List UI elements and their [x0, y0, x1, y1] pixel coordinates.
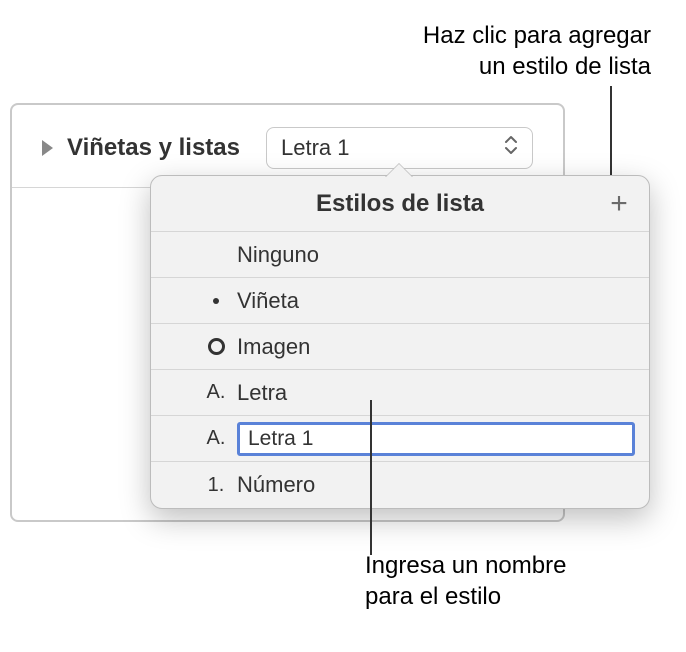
- popover-title: Estilos de lista: [316, 190, 484, 218]
- bullets-lists-label: Viñetas y listas: [67, 134, 240, 162]
- style-name-input[interactable]: Letra 1: [237, 422, 635, 456]
- list-item-label: Viñeta: [237, 288, 299, 314]
- list-style-item-none[interactable]: Ninguno: [151, 232, 649, 278]
- callout-add-style: Haz clic para agregar un estilo de lista: [423, 20, 651, 82]
- bullets-lists-row: Viñetas y listas Letra 1: [42, 127, 533, 169]
- callout-text: Ingresa un nombre: [365, 550, 566, 581]
- list-item-label: Número: [237, 472, 315, 498]
- inspector-panel: Viñetas y listas Letra 1 Estilos de list…: [10, 103, 565, 522]
- add-style-button[interactable]: +: [605, 190, 633, 218]
- styles-list: Ninguno Viñeta Imagen A. Letra A. Letra …: [151, 232, 649, 508]
- list-item-label: Ninguno: [237, 242, 319, 268]
- bullet-preview: [199, 298, 233, 304]
- bullet-preview: A.: [199, 381, 233, 404]
- chevron-up-down-icon: [504, 135, 518, 161]
- list-style-item-number[interactable]: 1. Número: [151, 462, 649, 508]
- list-style-item-letter[interactable]: A. Letra: [151, 370, 649, 416]
- callout-text: Haz clic para agregar: [423, 20, 651, 51]
- list-item-label: Letra: [237, 380, 287, 406]
- list-style-item-image[interactable]: Imagen: [151, 324, 649, 370]
- list-style-item-editing[interactable]: A. Letra 1: [151, 416, 649, 462]
- callout-text: un estilo de lista: [423, 51, 651, 82]
- bullet-preview: [199, 338, 233, 355]
- dot-icon: [213, 298, 219, 304]
- ring-icon: [208, 338, 225, 355]
- dropdown-value: Letra 1: [281, 135, 350, 161]
- list-item-label: Imagen: [237, 334, 310, 360]
- list-style-dropdown[interactable]: Letra 1: [266, 127, 533, 169]
- callout-text: para el estilo: [365, 581, 566, 612]
- leader-line: [370, 400, 372, 555]
- list-styles-popover: Estilos de lista + Ninguno Viñeta Imagen…: [150, 175, 650, 509]
- bullet-preview: A.: [199, 427, 233, 450]
- disclosure-triangle-icon[interactable]: [42, 140, 53, 156]
- popover-header: Estilos de lista +: [151, 176, 649, 232]
- bullet-preview: 1.: [199, 474, 233, 497]
- input-value: Letra 1: [248, 427, 313, 451]
- plus-icon: +: [610, 189, 628, 219]
- callout-name-style: Ingresa un nombre para el estilo: [365, 550, 566, 612]
- list-style-item-bullet[interactable]: Viñeta: [151, 278, 649, 324]
